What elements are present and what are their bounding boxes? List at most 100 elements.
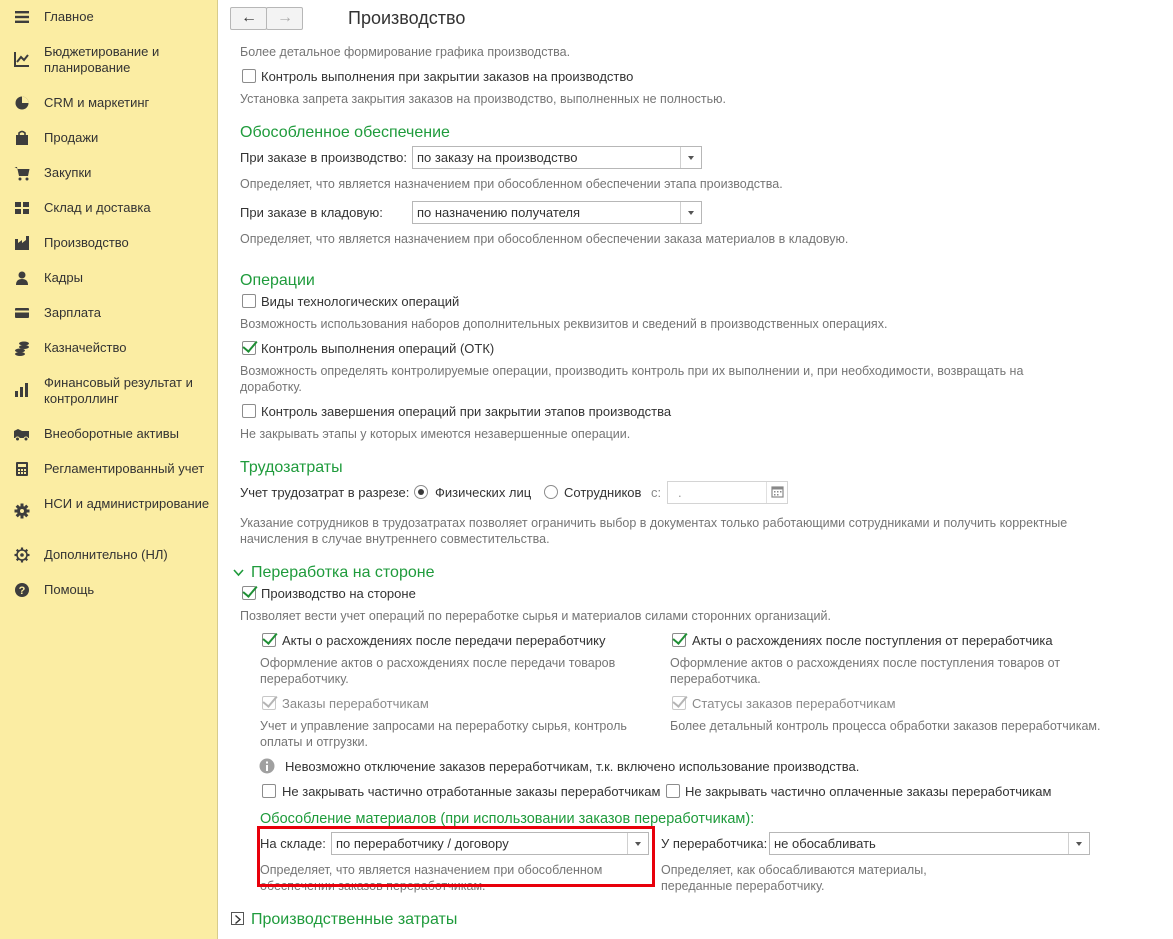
sidebar-item-label: Зарплата (44, 305, 101, 320)
forward-button[interactable]: → (266, 7, 303, 30)
sidebar-item-label: Дополнительно (НЛ) (44, 547, 168, 562)
section-title-outsourcing[interactable]: Переработка на стороне (251, 563, 434, 583)
processor-select[interactable]: не обосабливать (769, 832, 1090, 855)
sidebar-item-label: Склад и доставка (44, 200, 151, 215)
checkbox-label: Виды технологических операций (261, 294, 460, 309)
hint-text: Учет и управление запросами на переработ… (260, 719, 627, 749)
info-text: Невозможно отключение заказов переработч… (285, 759, 860, 774)
chevron-down-icon[interactable] (680, 202, 701, 223)
hint-text: Возможность определять контролируемые оп… (240, 364, 1024, 394)
store-order-select[interactable]: по назначению получателя (412, 201, 702, 224)
sidebar-item-hr[interactable]: Кадры (0, 269, 218, 289)
truck-icon (13, 425, 31, 443)
sidebar-item-crm[interactable]: CRM и маркетинг (0, 94, 218, 114)
sidebar-item-finresult[interactable]: Финансовый результат и контроллинг (0, 374, 218, 410)
acts-transfer-checkbox[interactable] (262, 633, 276, 647)
sidebar-item-label: НСИ и администрирование (44, 496, 210, 511)
hint-text: Оформление актов о расхождениях после пе… (260, 656, 616, 686)
sidebar-item-treasury[interactable]: Казначейство (0, 339, 218, 359)
sidebar-item-purchases[interactable]: Закупки (0, 164, 218, 184)
menu-icon (13, 8, 31, 26)
outsourcing-checkbox[interactable] (242, 586, 256, 600)
chevron-down-icon[interactable] (1068, 833, 1089, 854)
sidebar-item-label: Кадры (44, 270, 83, 285)
hint-text: Более детальное формирование графика про… (240, 45, 571, 59)
radio-employees[interactable] (544, 485, 558, 499)
bag-icon (13, 129, 31, 147)
sidebar-item-label: Финансовый результат и контроллинг (44, 375, 193, 406)
sidebar-item-label: Регламентированный учет (44, 461, 205, 476)
sidebar-item-regulated[interactable]: Регламентированный учет (0, 460, 218, 480)
sidebar-item-main[interactable]: Главное (0, 8, 218, 28)
date-from-label: с: (651, 485, 662, 500)
orders-checkbox (262, 696, 276, 710)
info-icon (259, 758, 275, 774)
checkbox-label: Контроль выполнения операций (ОТК) (261, 341, 495, 356)
sidebar-item-warehouse[interactable]: Склад и доставка (0, 199, 218, 219)
calendar-icon[interactable] (766, 482, 787, 503)
sidebar-item-additional[interactable]: Дополнительно (НЛ) (0, 546, 218, 566)
sidebar-item-budgeting[interactable]: Бюджетирование и планирование (0, 43, 218, 79)
not-close-paid-checkbox[interactable] (666, 784, 680, 798)
sidebar-item-label: Продажи (44, 130, 99, 145)
pie-chart-icon (13, 94, 31, 112)
section-title-labor: Трудозатраты (240, 459, 343, 476)
factory-icon (13, 234, 31, 252)
hint-text: Позволяет вести учет операций по перераб… (240, 609, 831, 623)
hint-text: Не закрывать этапы у которых имеются нез… (240, 427, 631, 441)
sidebar-item-assets[interactable]: Внеоборотные активы (0, 425, 218, 445)
grid-icon (13, 199, 31, 217)
otk-checkbox[interactable] (242, 341, 256, 355)
sidebar-item-production[interactable]: Производство (0, 234, 218, 254)
date-value: . (678, 485, 682, 500)
back-button[interactable]: ← (230, 7, 267, 30)
arrow-right-icon: → (277, 9, 293, 26)
chevron-down-icon[interactable] (680, 147, 701, 168)
acts-receipt-checkbox[interactable] (672, 633, 686, 647)
checkbox-label: Производство на стороне (261, 586, 416, 601)
hint-text: Оформление актов о расхождениях после по… (670, 656, 1061, 686)
sidebar-item-label: CRM и маркетинг (44, 95, 150, 110)
sidebar-item-label: Закупки (44, 165, 92, 180)
hint-text: Возможность использования наборов дополн… (240, 317, 888, 331)
hint-text: Указание сотрудников в трудозатратах поз… (240, 516, 1068, 546)
radio-individuals[interactable] (414, 485, 428, 499)
section-title-separate-supply: Обособленное обеспечение (240, 124, 450, 141)
hint-text: Установка запрета закрытия заказов на пр… (240, 92, 726, 106)
gear-icon (13, 502, 31, 520)
checkbox-label: Не закрывать частично отработанные заказ… (282, 784, 661, 799)
select-value: по назначению получателя (417, 205, 581, 220)
sidebar-item-help[interactable]: ? Помощь (0, 581, 218, 601)
main-content: ← → Производство Более детальное формиро… (219, 0, 1173, 939)
chevron-right-icon[interactable] (231, 912, 244, 925)
chevron-down-icon[interactable] (232, 566, 245, 579)
sidebar-item-label: Внеоборотные активы (44, 426, 180, 441)
sidebar-item-nsi[interactable]: НСИ и администрирование (0, 495, 218, 531)
not-close-worked-checkbox[interactable] (262, 784, 276, 798)
control-close-checkbox[interactable] (242, 69, 256, 83)
tech-ops-checkbox[interactable] (242, 294, 256, 308)
checkbox-label: Контроль завершения операций при закрыти… (261, 404, 672, 419)
hint-text: Определяет, что является назначением при… (240, 232, 849, 246)
hint-text: Определяет, как обосабливаются материалы… (661, 863, 927, 893)
field-label: Учет трудозатрат в разрезе: (240, 485, 410, 500)
svg-text:?: ? (19, 585, 26, 597)
select-value: не обосабливать (774, 836, 876, 851)
radio-label: Сотрудников (564, 485, 642, 500)
sidebar-item-salary[interactable]: Зарплата (0, 304, 218, 324)
date-input[interactable]: . (667, 481, 788, 504)
person-icon (13, 269, 31, 287)
sidebar: Главное Бюджетирование и планирование CR… (0, 0, 218, 939)
checkbox-label: Акты о расхождениях после поступления от… (692, 633, 1053, 648)
finish-ops-checkbox[interactable] (242, 404, 256, 418)
field-label: При заказе в кладовую: (240, 205, 383, 220)
checkbox-label: Статусы заказов переработчикам (692, 696, 896, 711)
highlight-frame (257, 826, 655, 887)
prod-order-select[interactable]: по заказу на производство (412, 146, 702, 169)
section-title-operations: Операции (240, 272, 315, 289)
sidebar-item-sales[interactable]: Продажи (0, 129, 218, 149)
coins-icon (13, 339, 31, 357)
section-title-costs[interactable]: Производственные затраты (251, 910, 457, 930)
sidebar-item-label: Бюджетирование и планирование (44, 44, 160, 75)
hint-text: Определяет, что является назначением при… (240, 177, 783, 191)
